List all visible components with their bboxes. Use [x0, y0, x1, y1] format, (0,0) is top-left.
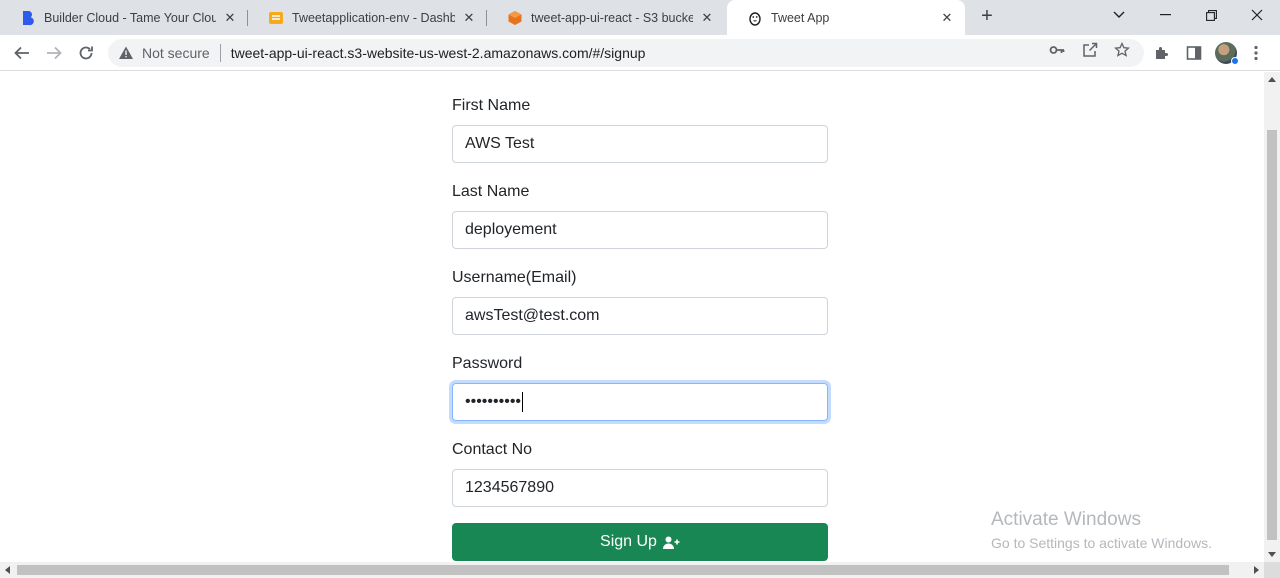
horizontal-scrollbar[interactable] [0, 562, 1264, 578]
builder-cloud-icon [23, 10, 34, 25]
key-icon[interactable] [1048, 41, 1066, 59]
address-divider [219, 44, 221, 62]
first-name-input[interactable]: AWS Test [452, 125, 828, 163]
reload-icon[interactable] [74, 41, 98, 65]
tab-tweet-app[interactable]: Tweet App ✕ [727, 0, 965, 35]
browser-tab-strip: Builder Cloud - Tame Your Cloud ✕ Tweeta… [0, 0, 1280, 35]
text-caret [522, 392, 524, 412]
minimize-icon[interactable] [1142, 0, 1188, 30]
user-plus-icon [662, 536, 680, 549]
address-bar[interactable]: Not secure tweet-app-ui-react.s3-website… [108, 39, 1144, 67]
username-label: Username(Email) [452, 269, 577, 286]
password-label: Password [452, 355, 523, 372]
warning-icon[interactable] [118, 45, 134, 61]
tab-title: tweet-app-ui-react - S3 bucket [531, 10, 693, 25]
kebab-menu-icon[interactable] [1246, 43, 1266, 63]
security-status[interactable]: Not secure [142, 45, 210, 61]
sign-up-button[interactable]: Sign Up [452, 523, 828, 561]
tab-search-chevron-down-icon[interactable] [1096, 0, 1142, 30]
side-panel-icon[interactable] [1184, 43, 1204, 63]
last-name-input[interactable]: deployement [452, 211, 828, 249]
username-value: awsTest@test.com [465, 307, 600, 324]
scroll-down-arrow[interactable] [1268, 552, 1276, 557]
url-text[interactable]: tweet-app-ui-react.s3-website-us-west-2.… [231, 45, 646, 61]
scroll-right-arrow[interactable] [1254, 566, 1259, 574]
sync-status-badge [1231, 57, 1239, 65]
vertical-scrollbar[interactable] [1264, 72, 1280, 562]
forward-arrow-icon[interactable] [42, 41, 66, 65]
scrollbar-corner [1264, 562, 1280, 578]
password-input[interactable]: •••••••••• [452, 383, 828, 421]
contact-value: 1234567890 [465, 479, 554, 496]
tab-close-icon[interactable]: ✕ [461, 10, 477, 26]
vertical-scroll-thumb[interactable] [1267, 130, 1277, 540]
back-arrow-icon[interactable] [10, 41, 34, 65]
watermark-title: Activate Windows [991, 509, 1141, 530]
share-icon[interactable] [1081, 41, 1099, 59]
tab-close-icon[interactable]: ✕ [699, 10, 715, 26]
tab-close-icon[interactable]: ✕ [222, 10, 238, 26]
scroll-up-arrow[interactable] [1268, 77, 1276, 82]
bookmark-star-icon[interactable] [1113, 41, 1131, 59]
tab-s3-bucket[interactable]: tweet-app-ui-react - S3 bucket ✕ [487, 0, 725, 35]
tab-builder-cloud[interactable]: Builder Cloud - Tame Your Cloud ✕ [0, 0, 248, 35]
tab-close-icon[interactable]: ✕ [939, 10, 955, 26]
new-tab-icon[interactable]: + [976, 6, 998, 28]
first-name-label: First Name [452, 97, 531, 114]
page-viewport: First Name AWS Test Last Name deployemen… [0, 72, 1264, 562]
tab-title: Builder Cloud - Tame Your Cloud [44, 10, 216, 25]
last-name-value: deployement [465, 221, 557, 238]
aws-s3-icon [508, 10, 522, 25]
extensions-puzzle-icon[interactable] [1152, 43, 1172, 63]
scroll-left-arrow[interactable] [5, 566, 10, 574]
horizontal-scroll-thumb[interactable] [17, 565, 1229, 575]
contact-label: Contact No [452, 441, 533, 458]
activate-windows-watermark: Activate Windows Go to Settings to activ… [991, 509, 1212, 551]
restore-icon[interactable] [1188, 0, 1234, 30]
first-name-value: AWS Test [465, 135, 535, 152]
tweet-app-icon [749, 11, 761, 26]
browser-toolbar: Not secure tweet-app-ui-react.s3-website… [0, 35, 1280, 71]
last-name-label: Last Name [452, 183, 530, 200]
aws-elastic-beanstalk-icon [269, 11, 283, 24]
username-email-input[interactable]: awsTest@test.com [452, 297, 828, 335]
sign-up-label: Sign Up [600, 533, 657, 550]
tab-title: Tweet App [771, 10, 830, 25]
password-value: •••••••••• [465, 393, 522, 410]
close-window-icon[interactable] [1234, 0, 1280, 30]
watermark-subtitle: Go to Settings to activate Windows. [991, 535, 1212, 551]
tab-title: Tweetapplication-env - Dashboard [292, 10, 455, 25]
contact-number-input[interactable]: 1234567890 [452, 469, 828, 507]
tab-tweetapplication-env[interactable]: Tweetapplication-env - Dashboard ✕ [248, 0, 487, 35]
